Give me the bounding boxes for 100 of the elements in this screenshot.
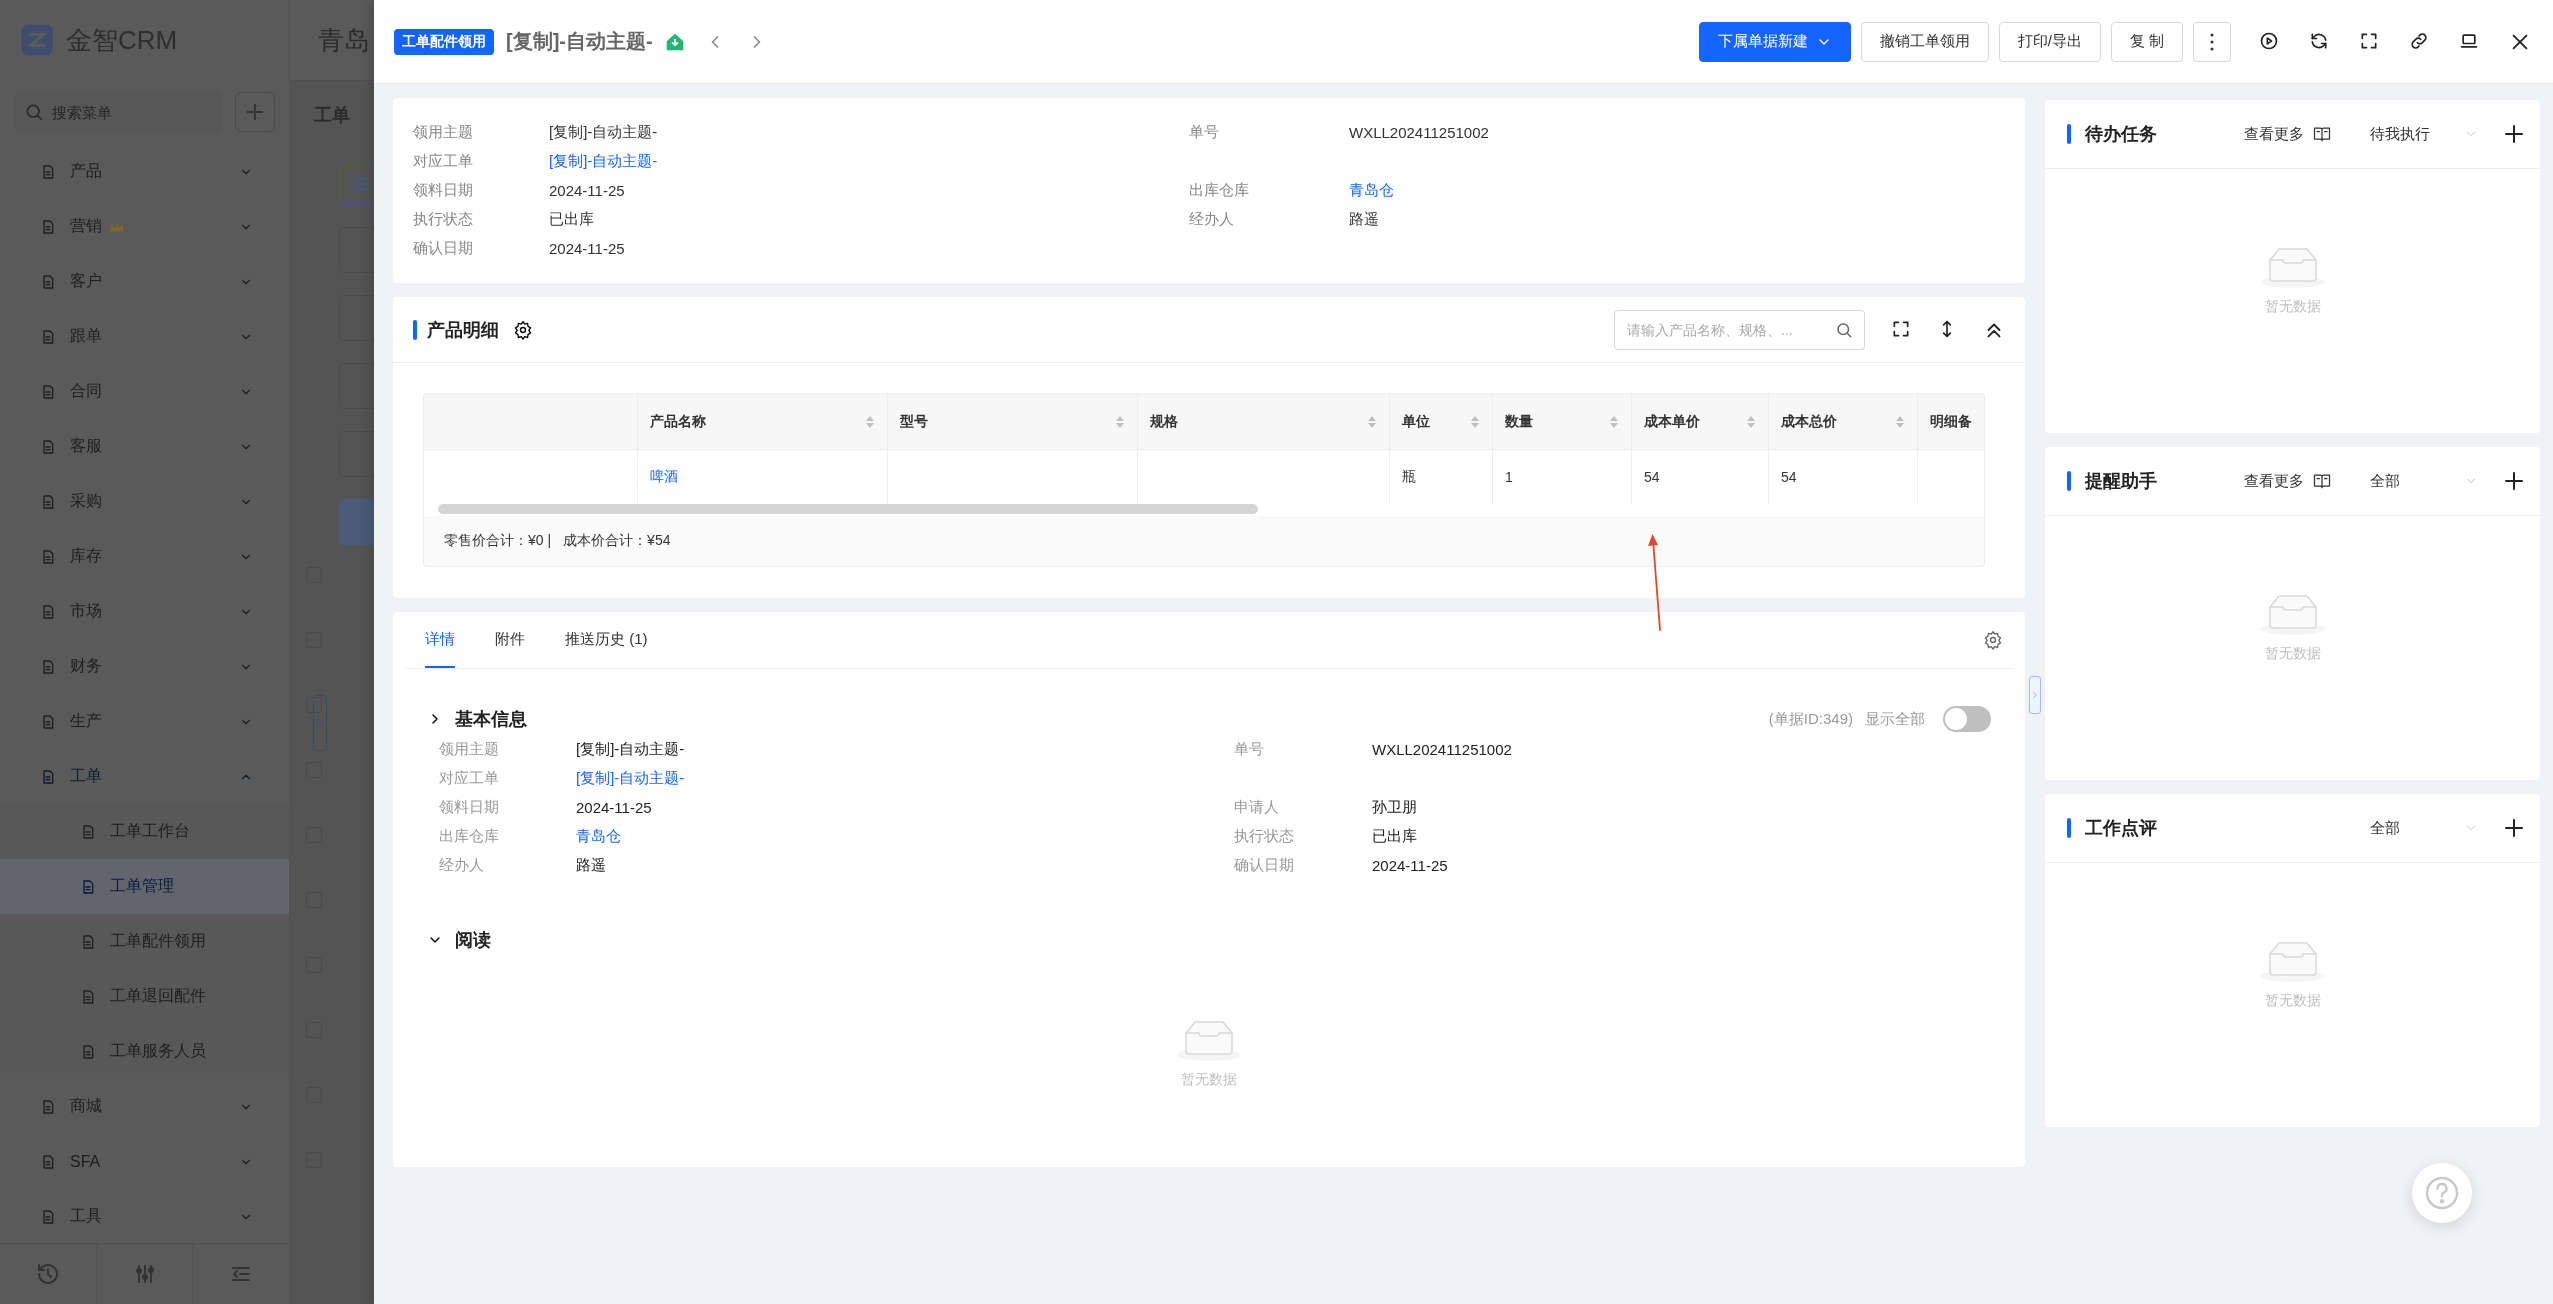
add-button[interactable] <box>2502 469 2526 493</box>
column-header: 产品名称 <box>650 412 706 431</box>
field-label: 确认日期 <box>1234 856 1295 875</box>
empty-inbox-icon <box>2260 246 2325 288</box>
search-button[interactable] <box>1823 309 1865 350</box>
empty-text: 暂无数据 <box>2264 991 2321 1010</box>
field-label: 申请人 <box>1234 798 1280 817</box>
filter-dropdown[interactable]: 待我执行 <box>2370 124 2478 144</box>
toggle-switch[interactable] <box>1943 706 1991 732</box>
sort-icon[interactable] <box>1367 414 1377 429</box>
link-icon[interactable] <box>2409 30 2429 51</box>
document-icon <box>40 493 56 510</box>
submenu-item[interactable]: 工单服务人员 <box>0 1024 289 1079</box>
submenu-item[interactable]: 工单工作台 <box>0 804 289 859</box>
tab[interactable]: 附件 <box>495 612 525 668</box>
document-icon <box>40 1098 56 1115</box>
column-header: 单位 <box>1402 412 1430 431</box>
new-record-button[interactable]: 下属单据新建 <box>1698 21 1851 62</box>
scrollbar-thumb[interactable] <box>438 504 1258 514</box>
record-link[interactable]: 青岛仓 <box>1349 181 2005 200</box>
menu-item[interactable]: 工具 <box>0 1189 289 1243</box>
menu-item[interactable]: 产品 <box>0 144 289 199</box>
document-icon <box>40 603 56 620</box>
sort-icon[interactable] <box>1746 414 1756 429</box>
more-vertical-icon <box>2210 32 2214 51</box>
menu-item[interactable]: 生产 <box>0 694 289 749</box>
document-icon <box>40 273 56 290</box>
menu-item[interactable]: 客户 <box>0 254 289 309</box>
section-title: 阅读 <box>455 929 491 952</box>
menu-item[interactable]: 跟单 <box>0 309 289 364</box>
view-more-link[interactable]: 查看更多 <box>2244 471 2332 491</box>
field-label: 经办人 <box>439 856 485 875</box>
view-more-link[interactable]: 查看更多 <box>2244 124 2332 144</box>
empty-text: 暂无数据 <box>2264 644 2321 663</box>
panel-title: 待办任务 <box>2085 123 2157 146</box>
settings-icon[interactable] <box>513 319 533 340</box>
collapse-handle[interactable] <box>2029 676 2041 714</box>
field-label: 领料日期 <box>413 181 474 200</box>
menu-item[interactable]: 财务 <box>0 639 289 694</box>
record-link[interactable]: 青岛仓 <box>576 827 1234 846</box>
column-header: 明细备 <box>1930 412 1972 431</box>
sort-icon[interactable] <box>865 414 875 429</box>
search-field[interactable]: 请输入产品名称、规格、... <box>1614 309 1824 350</box>
document-icon <box>40 768 56 785</box>
submenu-item[interactable]: 工单配件领用 <box>0 914 289 969</box>
menu-item[interactable]: 工单 <box>0 749 289 804</box>
record-link[interactable]: [复制]-自动主题- <box>576 769 1234 788</box>
record-link[interactable]: [复制]-自动主题- <box>549 152 1189 171</box>
tab[interactable]: 详情 <box>425 612 455 668</box>
menu-item[interactable]: 库存 <box>0 529 289 584</box>
checkbox[interactable] <box>306 697 322 713</box>
sort-icon[interactable] <box>1609 414 1619 429</box>
sort-icon[interactable] <box>1115 414 1125 429</box>
more-button[interactable] <box>2193 21 2231 62</box>
add-button[interactable] <box>2502 816 2526 840</box>
accent-bar <box>2067 818 2071 838</box>
field-label: 确认日期 <box>413 239 474 258</box>
field-label: 执行状态 <box>413 210 474 229</box>
plus-icon <box>244 101 266 123</box>
filter-dropdown[interactable]: 全部 <box>2370 818 2478 838</box>
field-label: 对应工单 <box>413 152 474 171</box>
search-icon <box>24 102 44 122</box>
panel-title: 工作点评 <box>2085 817 2157 840</box>
action-button[interactable]: 复 制 <box>2110 21 2183 62</box>
menu-item[interactable]: 客服 <box>0 419 289 474</box>
column-header: 成本单价 <box>1644 412 1700 431</box>
drawer-title: [复制]-自动主题- <box>506 29 653 54</box>
menu-item[interactable]: 营销 <box>0 199 289 254</box>
menu-item[interactable]: 商城 <box>0 1079 289 1134</box>
column-header: 型号 <box>900 412 928 431</box>
empty-inbox-icon <box>2260 593 2325 635</box>
field-label: 出库仓库 <box>439 827 500 846</box>
action-button[interactable]: 撤销工单领用 <box>1860 21 1989 62</box>
sort-icon[interactable] <box>1470 414 1480 429</box>
menu-item[interactable]: SFA <box>0 1134 289 1189</box>
document-icon <box>80 878 96 895</box>
submenu-item[interactable]: 工单退回配件 <box>0 969 289 1024</box>
field-value: [复制]-自动主题- <box>576 740 686 759</box>
filter-dropdown[interactable]: 全部 <box>2370 471 2478 491</box>
submenu-item[interactable]: 工单管理 <box>0 859 289 914</box>
field-value: 2024-11-25 <box>549 182 626 199</box>
column-header: 数量 <box>1505 412 1533 431</box>
field-label: 出库仓库 <box>1189 181 1250 200</box>
action-button[interactable]: 打印/导出 <box>1998 21 2101 62</box>
plus-icon <box>2502 816 2526 840</box>
add-button[interactable] <box>2502 122 2526 146</box>
field-value: 已出库 <box>1372 827 1418 846</box>
document-icon <box>40 328 56 345</box>
history-icon[interactable] <box>35 1262 60 1286</box>
menu-item[interactable]: 合同 <box>0 364 289 419</box>
sort-icon[interactable] <box>1895 414 1905 429</box>
field-value: 孙卫朋 <box>1372 798 1418 817</box>
document-icon <box>40 713 56 730</box>
tab[interactable]: 推送历史 (1) <box>565 612 648 668</box>
field-label: 单号 <box>1189 123 1220 142</box>
document-icon <box>40 658 56 675</box>
menu-item[interactable]: 市场 <box>0 584 289 639</box>
menu-item[interactable]: 采购 <box>0 474 289 529</box>
collapse-handle[interactable] <box>313 695 327 751</box>
play-icon[interactable] <box>2259 30 2279 51</box>
